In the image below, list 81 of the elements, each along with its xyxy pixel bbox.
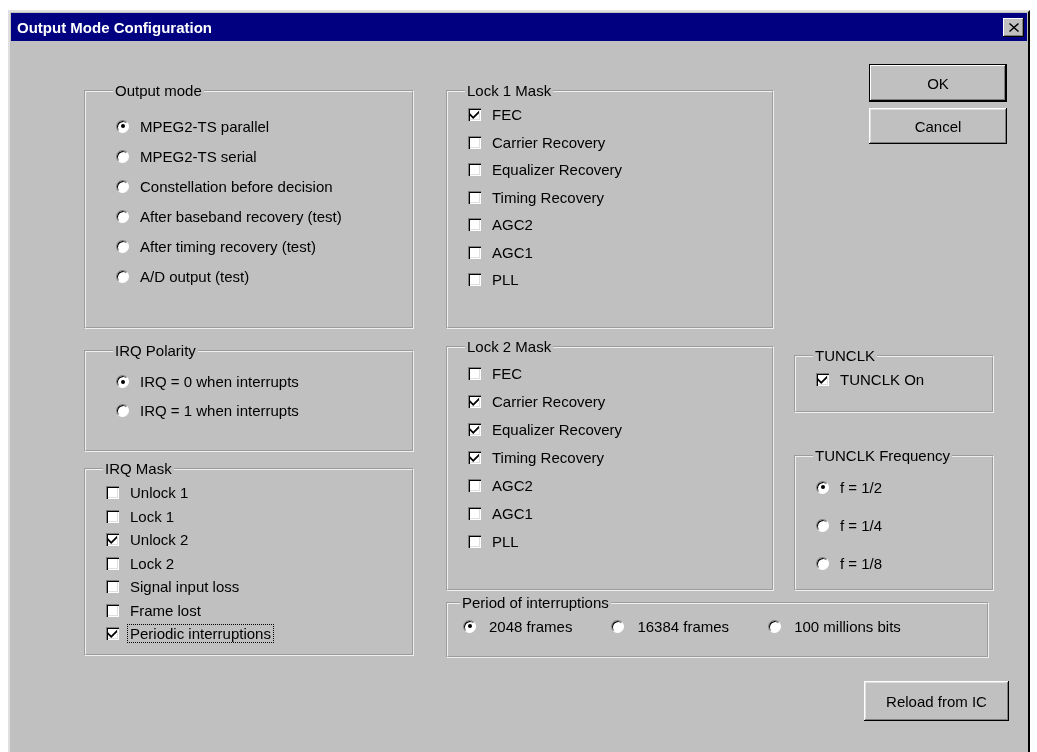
checkbox-label: Lock 1 — [129, 506, 176, 526]
radio-label: IRQ = 1 when interrupts — [139, 401, 300, 420]
checkbox-label: Unlock 2 — [129, 530, 190, 550]
radio-button[interactable] — [816, 480, 829, 494]
radio-button[interactable] — [116, 269, 129, 283]
group-label: Period of interruptions — [461, 594, 610, 611]
radio-label: 2048 frames — [488, 616, 574, 636]
radio-label: 16384 frames — [636, 616, 731, 636]
checkbox-label: Unlock 1 — [129, 483, 190, 503]
checkbox[interactable] — [468, 108, 481, 122]
radio-label: MPEG2-TS serial — [139, 146, 258, 166]
checkbox[interactable] — [468, 135, 481, 149]
checkbox[interactable] — [816, 372, 829, 386]
checkbox-label: AGC1 — [491, 503, 534, 523]
checkbox-label: PLL — [491, 270, 520, 290]
checkbox[interactable] — [468, 190, 481, 204]
checkbox-label: Frame lost — [129, 600, 202, 620]
checkbox-label: FEC — [491, 363, 523, 383]
checkbox[interactable] — [468, 450, 481, 464]
group-label: Output mode — [114, 82, 203, 99]
checkbox-label: Timing Recovery — [491, 187, 605, 207]
radio-button[interactable] — [816, 518, 829, 532]
group-label: Lock 1 Mask — [466, 82, 553, 99]
close-icon — [1008, 22, 1019, 32]
group-label: TUNCLK — [814, 347, 876, 364]
group-label: IRQ Mask — [104, 460, 173, 477]
checkbox-label: AGC2 — [491, 215, 534, 235]
checkbox-label: Periodic interruptions — [127, 624, 274, 644]
checkbox[interactable] — [106, 533, 119, 547]
checkbox[interactable] — [106, 627, 119, 641]
radio-button[interactable] — [116, 209, 129, 223]
checkbox[interactable] — [468, 534, 481, 548]
checkbox[interactable] — [106, 556, 119, 570]
window-title: Output Mode Configuration — [17, 18, 212, 36]
radio-button[interactable] — [116, 404, 129, 417]
checkbox-label: PLL — [491, 531, 520, 551]
reload-button[interactable]: Reload from IC — [864, 681, 1009, 721]
group-label: IRQ Polarity — [114, 342, 197, 359]
checkbox-label: Equalizer Recovery — [491, 160, 624, 180]
radio-label: Constellation before decision — [139, 176, 334, 196]
checkbox[interactable] — [468, 245, 481, 259]
dialog-button[interactable]: Cancel — [869, 108, 1007, 144]
checkbox[interactable] — [468, 218, 481, 232]
radio-label: f = 1/4 — [839, 515, 884, 535]
checkbox[interactable] — [106, 603, 119, 617]
radio-label: IRQ = 0 when interrupts — [139, 372, 300, 391]
checkbox-label: Timing Recovery — [491, 447, 605, 467]
checkbox[interactable] — [106, 486, 119, 500]
checkbox[interactable] — [468, 394, 481, 408]
checkbox-label: Lock 2 — [129, 553, 176, 573]
checkbox[interactable] — [468, 163, 481, 177]
group-label: TUNCLK Frequency — [814, 447, 952, 464]
checkbox-label: AGC1 — [491, 242, 534, 262]
close-button[interactable] — [1003, 17, 1024, 37]
dialog-button[interactable]: OK — [869, 64, 1007, 102]
radio-label: A/D output (test) — [139, 266, 251, 286]
checkbox[interactable] — [468, 506, 481, 520]
checkbox-label: TUNCLK On — [839, 369, 926, 389]
checkbox-label: Equalizer Recovery — [491, 419, 624, 439]
checkbox-label: Signal input loss — [129, 577, 241, 597]
radio-label: f = 1/2 — [839, 477, 884, 497]
checkbox[interactable] — [468, 478, 481, 492]
radio-label: After timing recovery (test) — [139, 236, 317, 256]
checkbox-label: Carrier Recovery — [491, 391, 607, 411]
checkbox-label: FEC — [491, 105, 523, 125]
checkbox-label: AGC2 — [491, 475, 534, 495]
radio-label: MPEG2-TS parallel — [139, 116, 271, 136]
checkbox[interactable] — [106, 509, 119, 523]
checkbox[interactable] — [468, 422, 481, 436]
checkbox[interactable] — [106, 580, 119, 594]
radio-label: After baseband recovery (test) — [139, 206, 343, 226]
group-label: Lock 2 Mask — [466, 338, 553, 355]
checkbox-label: Carrier Recovery — [491, 132, 607, 152]
radio-button[interactable] — [463, 619, 476, 633]
checkbox[interactable] — [468, 273, 481, 287]
radio-button[interactable] — [116, 149, 129, 163]
radio-button[interactable] — [116, 119, 129, 133]
radio-label: 100 millions bits — [793, 616, 902, 636]
checkbox[interactable] — [468, 366, 481, 380]
radio-button[interactable] — [116, 375, 129, 388]
radio-label: f = 1/8 — [839, 553, 884, 573]
